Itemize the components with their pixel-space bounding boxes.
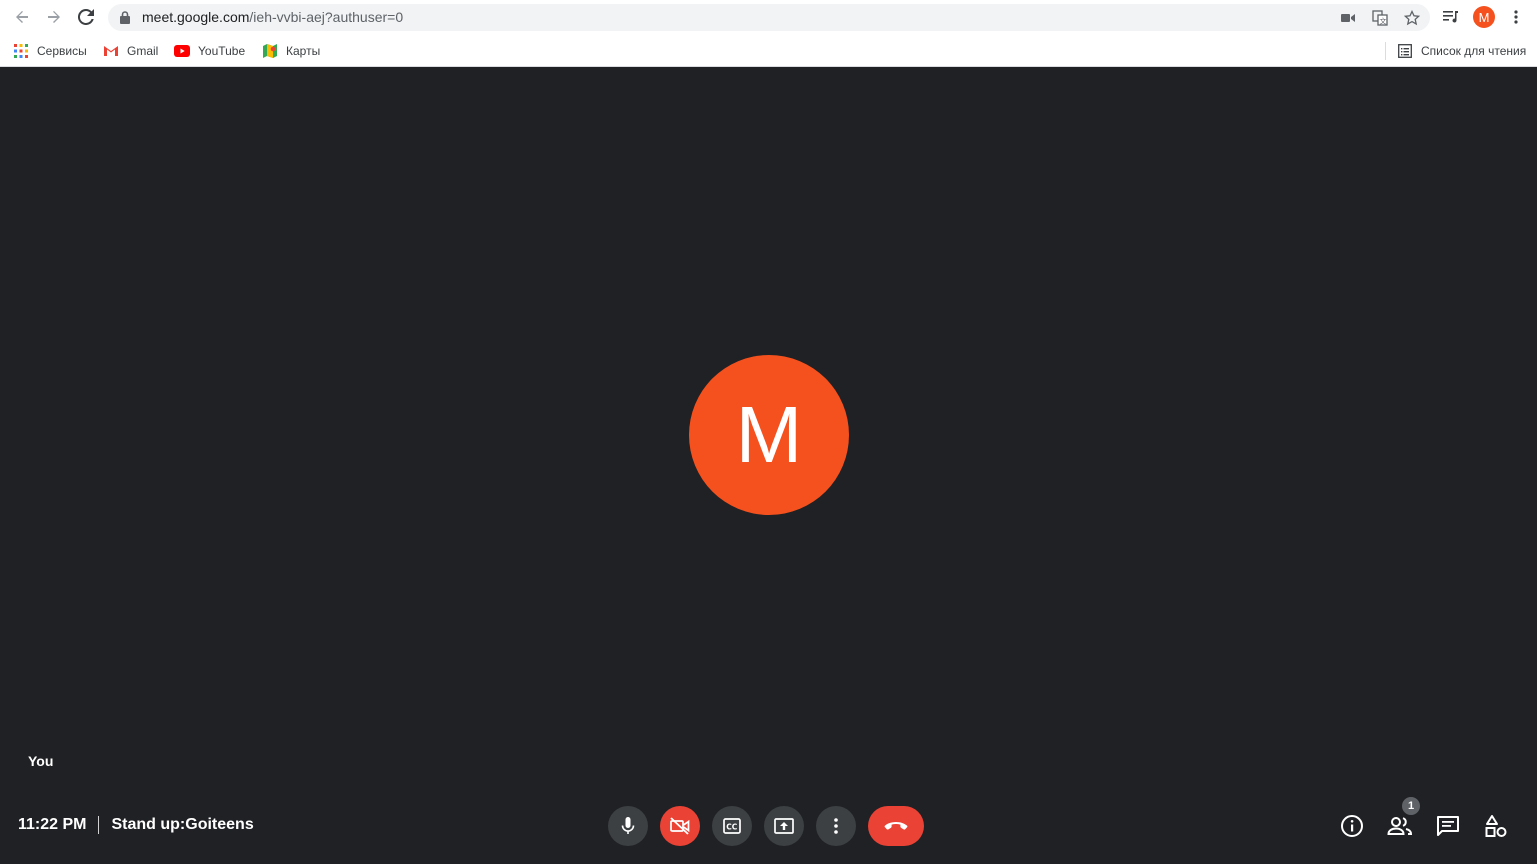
- meeting-info: 11:22 PM Stand up:Goiteens: [18, 816, 254, 834]
- more-options-button[interactable]: [816, 806, 856, 846]
- translate-icon: 文: [1372, 10, 1388, 26]
- reload-button[interactable]: [74, 5, 98, 29]
- participants-count-badge: 1: [1402, 797, 1420, 815]
- bookmark-label: Сервисы: [37, 44, 87, 58]
- closed-caption-icon: CC: [723, 818, 741, 834]
- meeting-details-button[interactable]: [1338, 812, 1366, 840]
- self-name-label: You: [28, 753, 54, 769]
- arrow-forward-icon: [48, 11, 60, 23]
- videocam-icon: [1341, 14, 1355, 22]
- activities-button[interactable]: [1482, 812, 1510, 840]
- leave-call-button[interactable]: [868, 806, 924, 846]
- bookmark-youtube[interactable]: YouTube: [174, 41, 245, 61]
- reading-list-icon: [1397, 43, 1413, 59]
- info-divider: [98, 816, 100, 834]
- bookmark-gmail[interactable]: Gmail: [103, 41, 158, 61]
- browser-menu-button[interactable]: [1504, 5, 1528, 29]
- lock-icon: [120, 11, 130, 24]
- camera-permission-button[interactable]: [1338, 8, 1358, 28]
- bookmark-label: Gmail: [127, 44, 159, 58]
- videocam-off-icon: [670, 817, 690, 835]
- meet-stage: M You 11:22 PM Stand up:Goiteens CC 1: [0, 68, 1537, 864]
- bookmarks-bar: Сервисы Gmail YouTube Карты: [0, 35, 1537, 67]
- meeting-title: Stand up:Goiteens: [111, 816, 254, 833]
- gmail-icon: [103, 43, 119, 59]
- call-end-icon: [884, 822, 908, 830]
- svg-text:文: 文: [1380, 17, 1387, 26]
- participants-button[interactable]: [1386, 812, 1414, 840]
- reading-list-button[interactable]: Список для чтения: [1397, 41, 1526, 61]
- url-host: meet.google.com: [142, 9, 250, 25]
- microphone-button[interactable]: [608, 806, 648, 846]
- queue-music-icon: [1443, 11, 1458, 23]
- star-icon: [1404, 10, 1420, 26]
- self-avatar: M: [689, 355, 849, 515]
- mic-icon: [621, 817, 635, 834]
- clock-time: 11:22 PM: [18, 816, 87, 833]
- bookmark-star-button[interactable]: [1402, 8, 1422, 28]
- bookmark-label: YouTube: [198, 44, 246, 58]
- back-button[interactable]: [10, 5, 34, 29]
- activities-icon: [1485, 815, 1507, 837]
- url-path: /ieh-vvbi-aej?authuser=0: [249, 9, 404, 25]
- present-to-all-icon: [774, 818, 794, 834]
- bookmarks-divider: [1385, 42, 1386, 60]
- reading-list-label: Список для чтения: [1421, 44, 1527, 58]
- chat-icon: [1437, 816, 1459, 836]
- bookmark-label: Карты: [286, 44, 321, 58]
- captions-button[interactable]: CC: [712, 806, 752, 846]
- arrow-back-icon: [16, 11, 28, 23]
- more-vert-icon: [1514, 10, 1518, 24]
- chat-button[interactable]: [1434, 812, 1462, 840]
- browser-toolbar: meet.google.com/ieh-vvbi-aej?authuser=0 …: [0, 0, 1537, 35]
- forward-button[interactable]: [42, 5, 66, 29]
- url-text: meet.google.com/ieh-vvbi-aej?authuser=0: [142, 9, 403, 25]
- bookmark-services[interactable]: Сервисы: [13, 41, 87, 61]
- profile-avatar[interactable]: M: [1473, 6, 1495, 28]
- people-icon: [1387, 817, 1413, 835]
- address-bar[interactable]: meet.google.com/ieh-vvbi-aej?authuser=0 …: [108, 4, 1430, 31]
- translate-button[interactable]: 文: [1370, 8, 1390, 28]
- more-vert-icon: [834, 818, 838, 834]
- bookmark-maps[interactable]: Карты: [262, 41, 320, 61]
- present-screen-button[interactable]: [764, 806, 804, 846]
- youtube-icon: [174, 43, 190, 59]
- reload-icon: [78, 9, 94, 25]
- svg-text:CC: CC: [726, 822, 738, 831]
- info-icon: [1341, 815, 1363, 837]
- media-controls-button[interactable]: [1439, 5, 1463, 29]
- camera-toggle-button[interactable]: [660, 806, 700, 846]
- apps-grid-icon: [13, 43, 29, 59]
- maps-icon: [262, 43, 278, 59]
